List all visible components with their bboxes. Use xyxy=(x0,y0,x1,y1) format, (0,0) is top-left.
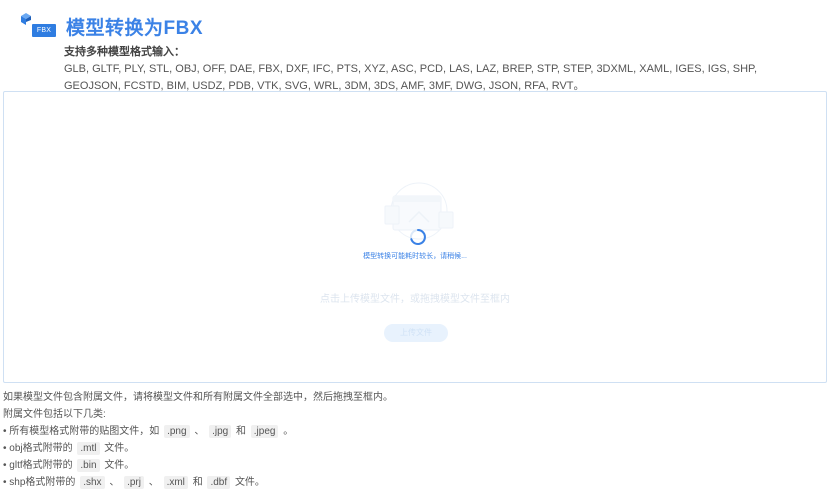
supported-formats: 支持多种模型格式输入： GLB, GLTF, PLY, STL, OBJ, OF… xyxy=(64,45,814,95)
note-sep: 、 xyxy=(109,477,120,488)
note-text: 文件。 xyxy=(104,443,135,454)
ext-code: .xml xyxy=(163,476,188,489)
note-text: • 所有模型格式附带的贴图文件，如 xyxy=(3,426,160,437)
ext-code: .dbf xyxy=(207,476,231,489)
dropzone-hint: 点击上传模型文件，或拖拽模型文件至框内 xyxy=(320,294,510,305)
note-text: • gltf格式附带的 xyxy=(3,460,73,471)
fbx-logo: FBX xyxy=(18,12,58,40)
ext-code: .png xyxy=(164,425,190,438)
note-text: 文件。 xyxy=(234,477,265,488)
note-sep: 、 xyxy=(148,477,159,488)
note-sep: 、 xyxy=(194,426,205,437)
page-title: 模型转换为FBX xyxy=(66,17,204,39)
ext-code: .prj xyxy=(124,476,144,489)
note-text: 。 xyxy=(283,426,294,437)
note-sep: 和 xyxy=(236,426,246,437)
ext-code: .jpeg xyxy=(250,425,279,438)
note-text: 文件。 xyxy=(104,460,135,471)
notes-item-shp: • shp格式附带的 .shx 、 .prj 、 .xml 和 .dbf 文件。 xyxy=(3,474,823,491)
page-header: FBX 模型转换为FBX xyxy=(18,8,203,44)
fbx-badge: FBX xyxy=(32,24,56,37)
attachment-notes: 如果模型文件包含附属文件，请将模型文件和所有附属文件全部选中，然后拖拽至框内。 … xyxy=(3,389,823,491)
ext-code: .bin xyxy=(77,459,100,472)
ext-code: .jpg xyxy=(209,425,232,438)
note-text: • shp格式附带的 xyxy=(3,477,76,488)
notes-line-1: 如果模型文件包含附属文件，请将模型文件和所有附属文件全部选中，然后拖拽至框内。 xyxy=(3,392,393,403)
notes-item-obj: • obj格式附带的 .mtl 文件。 xyxy=(3,440,823,457)
upload-button[interactable]: 上传文件 xyxy=(384,324,448,342)
ext-code: .mtl xyxy=(77,442,100,455)
notes-item-textures: • 所有模型格式附带的贴图文件，如 .png 、 .jpg 和 .jpeg 。 xyxy=(3,423,823,440)
ext-code: .shx xyxy=(80,476,105,489)
formats-label: 支持多种模型格式输入： xyxy=(64,46,185,58)
formats-list: GLB, GLTF, PLY, STL, OBJ, OFF, DAE, FBX,… xyxy=(64,63,758,92)
notes-line-2: 附属文件包括以下几类: xyxy=(3,409,106,420)
notes-item-gltf: • gltf格式附带的 .bin 文件。 xyxy=(3,457,823,474)
loading-message: 模型转换可能耗时较长，请稍候... xyxy=(363,253,467,260)
loading-spinner-icon xyxy=(410,229,426,245)
note-sep: 和 xyxy=(192,477,203,488)
note-text: • obj格式附带的 xyxy=(3,443,73,454)
upload-dropzone[interactable]: 模型转换可能耗时较长，请稍候... 点击上传模型文件，或拖拽模型文件至框内 上传… xyxy=(3,91,827,383)
